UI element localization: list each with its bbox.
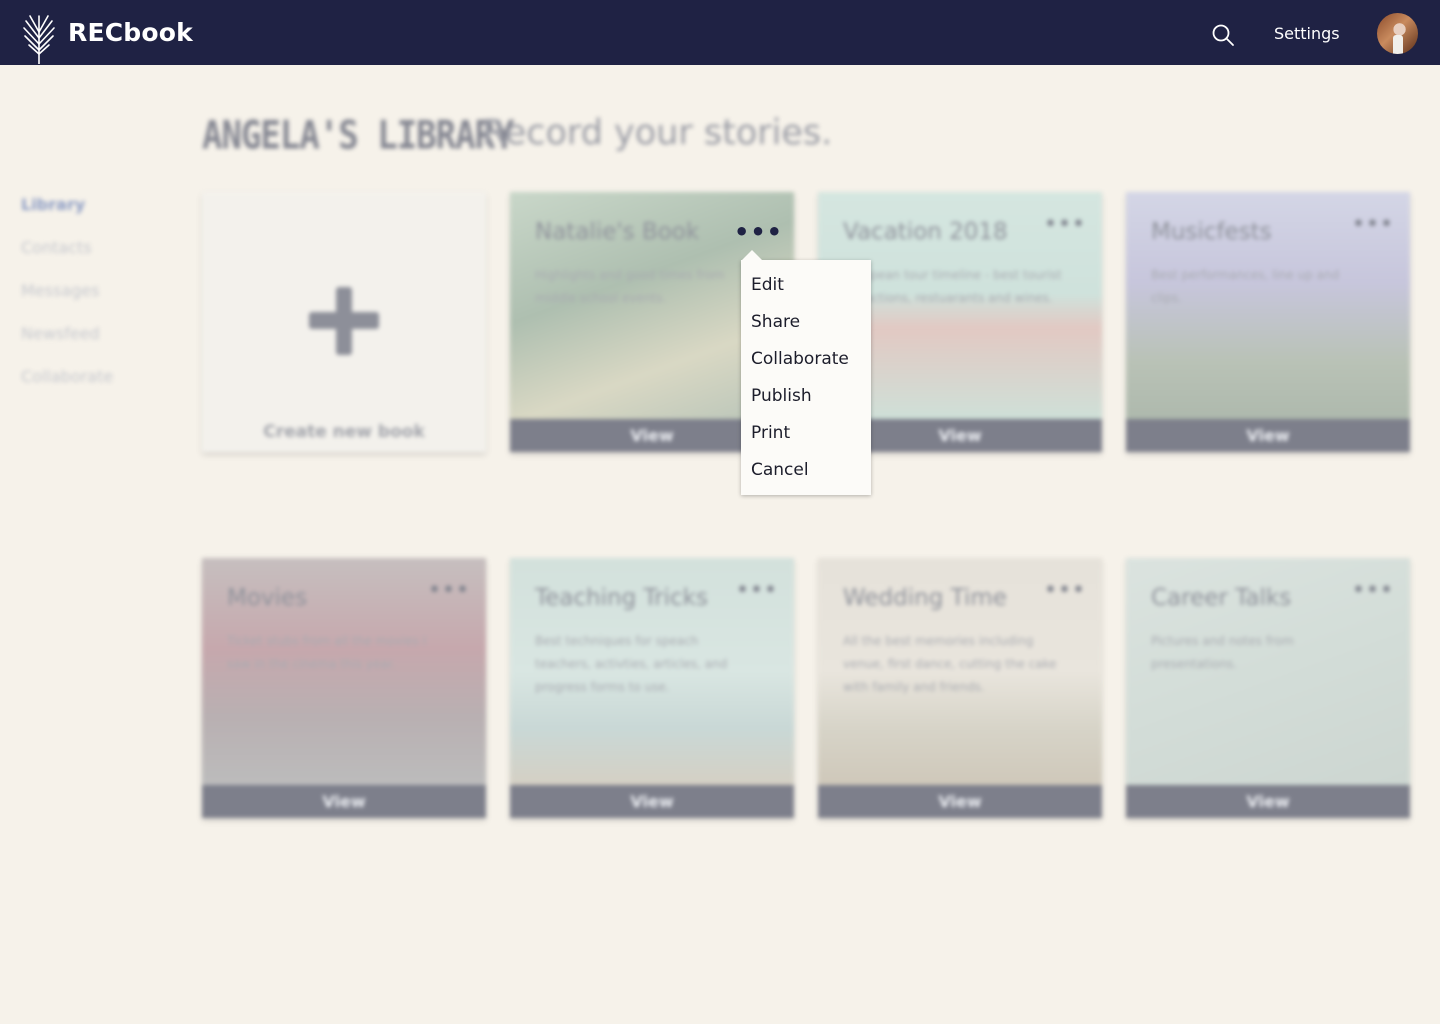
view-button[interactable]: View — [510, 785, 794, 818]
page-title: ANGELA'S LIBRARY — [202, 113, 515, 159]
search-icon[interactable] — [1211, 23, 1235, 47]
book-card[interactable]: Teaching Tricks Best techniques for spea… — [510, 558, 794, 818]
sidebar-item-library[interactable]: Library — [21, 195, 113, 238]
menu-item-print[interactable]: Print — [741, 419, 871, 456]
book-title: Teaching Tricks — [535, 585, 708, 611]
book-card[interactable]: Musicfests Best performances, line up an… — [1126, 192, 1410, 452]
book-description: Pictures and notes from presentations. — [1151, 634, 1294, 671]
book-cover-image — [1126, 192, 1410, 419]
more-dots-icon[interactable]: ••• — [1044, 578, 1086, 603]
brand-name[interactable]: RECbook — [68, 18, 193, 47]
sidebar-item-newsfeed[interactable]: Newsfeed — [21, 324, 113, 367]
book-cover-image — [202, 558, 486, 785]
settings-link[interactable]: Settings — [1274, 24, 1340, 43]
menu-item-share[interactable]: Share — [741, 308, 871, 345]
more-dots-icon[interactable]: ••• — [428, 578, 470, 603]
book-context-menu: Edit Share Collaborate Publish Print Can… — [741, 250, 871, 495]
create-book-card[interactable]: Create new book — [202, 192, 486, 452]
plus-icon — [336, 287, 352, 355]
menu-item-edit[interactable]: Edit — [741, 271, 871, 308]
more-dots-icon[interactable]: ••• — [736, 578, 778, 603]
book-title: Musicfests — [1151, 219, 1272, 245]
view-button[interactable]: View — [818, 785, 1102, 818]
page-subtitle: Record your stories. — [482, 113, 833, 153]
book-cover-image — [1126, 558, 1410, 785]
book-cover-image — [818, 558, 1102, 785]
book-title: Natalie's Book — [535, 219, 700, 245]
book-description: Highlights and good times from middle sc… — [535, 268, 725, 305]
menu-item-collaborate[interactable]: Collaborate — [741, 345, 871, 382]
book-title: Career Talks — [1151, 585, 1292, 611]
menu-item-publish[interactable]: Publish — [741, 382, 871, 419]
plus-icon-bar — [309, 312, 379, 329]
more-dots-icon[interactable]: ••• — [1352, 212, 1394, 237]
view-button[interactable]: View — [1126, 419, 1410, 452]
book-card[interactable]: Wedding Time All the best memories inclu… — [818, 558, 1102, 818]
book-card[interactable]: Career Talks Pictures and notes from pre… — [1126, 558, 1410, 818]
palm-leaf-icon[interactable] — [22, 14, 56, 64]
sidebar-item-contacts[interactable]: Contacts — [21, 238, 113, 281]
more-dots-icon[interactable]: ••• — [1044, 212, 1086, 237]
book-description: Best techniques for speach teachers, act… — [535, 634, 728, 694]
sidebar-nav: Library Contacts Messages Newsfeed Colla… — [21, 195, 113, 410]
sidebar-item-messages[interactable]: Messages — [21, 281, 113, 324]
sidebar-item-collaborate[interactable]: Collaborate — [21, 367, 113, 410]
book-title: Movies — [227, 585, 308, 611]
more-dots-icon[interactable]: ••• — [1352, 578, 1394, 603]
create-book-label: Create new book — [263, 422, 425, 442]
book-description: Best performances, line up and clips. — [1151, 268, 1340, 305]
view-button[interactable]: View — [1126, 785, 1410, 818]
book-title: Vacation 2018 — [843, 219, 1008, 245]
book-card[interactable]: Movies Ticket stubs from all the movies … — [202, 558, 486, 818]
book-title: Wedding Time — [843, 585, 1007, 611]
top-navigation-bar: RECbook Settings — [0, 0, 1440, 65]
view-button[interactable]: View — [202, 785, 486, 818]
book-description: All the best memories including venue, f… — [843, 634, 1057, 694]
more-dots-icon[interactable]: ••• — [734, 218, 783, 246]
menu-item-cancel[interactable]: Cancel — [741, 456, 871, 493]
book-cover-image — [510, 558, 794, 785]
book-description: Ticket stubs from all the movies I saw i… — [227, 634, 427, 671]
book-description: European tour timeline - best tourist at… — [843, 268, 1062, 305]
library-content: ANGELA'S LIBRARY Record your stories. Li… — [0, 65, 1440, 1024]
user-avatar[interactable] — [1377, 13, 1418, 54]
